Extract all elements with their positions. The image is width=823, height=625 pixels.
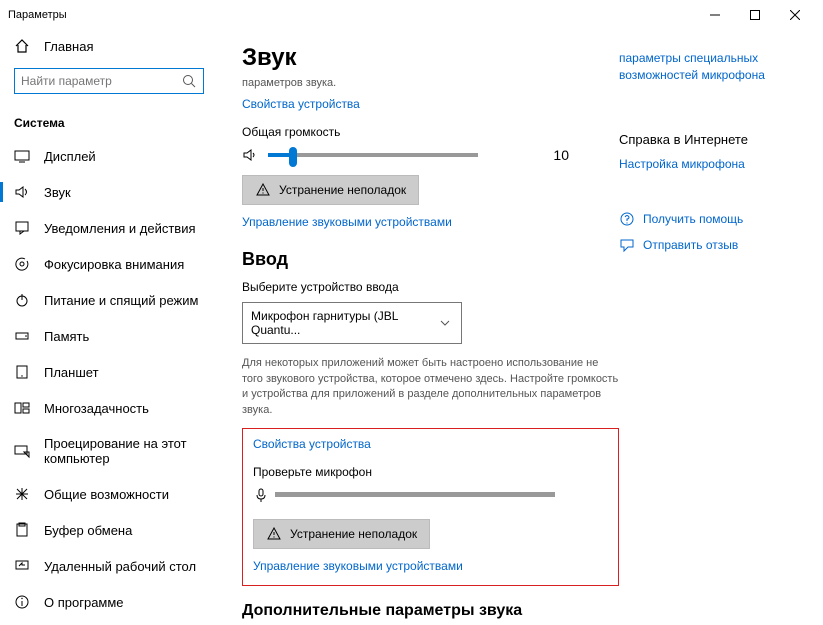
warning-icon <box>255 182 271 198</box>
input-select-label: Выберите устройство ввода <box>242 280 619 294</box>
sidebar-item-label: Буфер обмена <box>44 523 132 538</box>
volume-value: 10 <box>553 147 569 163</box>
shared-icon <box>14 486 30 502</box>
sidebar-heading: Система <box>0 108 218 138</box>
sidebar-item-label: Удаленный рабочий стол <box>44 559 196 574</box>
sidebar-item-projecting[interactable]: Проецирование на этот компьютер <box>0 426 218 476</box>
clipboard-icon <box>14 522 30 538</box>
sidebar-item-label: О программе <box>44 595 124 610</box>
highlight-box: Свойства устройства Проверьте микрофон У… <box>242 428 619 586</box>
search-input[interactable] <box>21 74 181 88</box>
page-title: Звук <box>242 44 619 72</box>
sidebar-item-label: Питание и спящий режим <box>44 293 198 308</box>
sidebar-item-notifications[interactable]: Уведомления и действия <box>0 210 218 246</box>
sidebar-item-shared[interactable]: Общие возможности <box>0 476 218 512</box>
help-heading: Справка в Интернете <box>619 132 799 147</box>
sidebar-item-label: Многозадачность <box>44 401 149 416</box>
advanced-heading: Дополнительные параметры звука <box>242 602 619 620</box>
remote-icon <box>14 558 30 574</box>
home-label: Главная <box>44 39 93 54</box>
projecting-icon <box>14 443 30 459</box>
chevron-down-icon <box>437 315 453 331</box>
sidebar-item-label: Уведомления и действия <box>44 221 196 236</box>
troubleshoot-output-button[interactable]: Устранение неполадок <box>242 175 419 205</box>
search-box[interactable] <box>14 68 204 94</box>
close-button[interactable] <box>775 1 815 29</box>
home-icon <box>14 38 30 54</box>
sidebar-item-clipboard[interactable]: Буфер обмена <box>0 512 218 548</box>
power-icon <box>14 292 30 308</box>
mic-setup-link[interactable]: Настройка микрофона <box>619 157 799 171</box>
get-help-link[interactable]: Получить помощь <box>643 212 743 226</box>
troubleshoot-label: Устранение неполадок <box>279 183 406 197</box>
sidebar-item-display[interactable]: Дисплей <box>0 138 218 174</box>
mic-level-bar <box>275 492 555 497</box>
sidebar-item-power[interactable]: Питание и спящий режим <box>0 282 218 318</box>
sidebar-item-label: Планшет <box>44 365 99 380</box>
accessibility-mic-link[interactable]: параметры специальных возможностей микро… <box>619 50 799 84</box>
feedback-icon <box>619 237 635 253</box>
multitask-icon <box>14 400 30 416</box>
sidebar-item-focus[interactable]: Фокусировка внимания <box>0 246 218 282</box>
truncated-intro-text: параметров звука. <box>242 76 619 91</box>
minimize-button[interactable] <box>695 1 735 29</box>
help-icon <box>619 211 635 227</box>
input-note: Для некоторых приложений может быть наст… <box>242 356 619 418</box>
search-icon <box>181 73 197 89</box>
feedback-link[interactable]: Отправить отзыв <box>643 238 738 252</box>
volume-slider[interactable] <box>268 153 478 157</box>
sidebar-item-label: Общие возможности <box>44 487 169 502</box>
sidebar-item-multitask[interactable]: Многозадачность <box>0 390 218 426</box>
sidebar-item-tablet[interactable]: Планшет <box>0 354 218 390</box>
notifications-icon <box>14 220 30 236</box>
manage-input-devices-link[interactable]: Управление звуковыми устройствами <box>253 559 608 573</box>
input-device-dropdown[interactable]: Микрофон гарнитуры (JBL Quantu... <box>242 302 462 344</box>
focus-icon <box>14 256 30 272</box>
sidebar-item-label: Память <box>44 329 89 344</box>
sidebar-item-label: Проецирование на этот компьютер <box>44 436 204 466</box>
home-button[interactable]: Главная <box>0 30 218 62</box>
input-device-properties-link[interactable]: Свойства устройства <box>253 437 608 451</box>
display-icon <box>14 148 30 164</box>
microphone-icon <box>253 487 269 503</box>
window-title: Параметры <box>8 9 67 21</box>
sound-icon <box>14 184 30 200</box>
manage-output-devices-link[interactable]: Управление звуковыми устройствами <box>242 215 619 229</box>
sidebar: Главная Система Дисплей Звук Уведомления… <box>0 30 218 625</box>
sidebar-item-storage[interactable]: Память <box>0 318 218 354</box>
check-mic-label: Проверьте микрофон <box>253 465 608 479</box>
speaker-icon[interactable] <box>242 147 258 163</box>
sidebar-item-label: Фокусировка внимания <box>44 257 184 272</box>
troubleshoot-input-button[interactable]: Устранение неполадок <box>253 519 430 549</box>
overall-volume-label: Общая громкость <box>242 125 619 139</box>
sidebar-item-sound[interactable]: Звук <box>0 174 218 210</box>
storage-icon <box>14 328 30 344</box>
sidebar-item-remote[interactable]: Удаленный рабочий стол <box>0 548 218 584</box>
maximize-button[interactable] <box>735 1 775 29</box>
warning-icon <box>266 526 282 542</box>
device-properties-link[interactable]: Свойства устройства <box>242 97 619 111</box>
sidebar-item-label: Дисплей <box>44 149 96 164</box>
sidebar-item-label: Звук <box>44 185 71 200</box>
sidebar-item-about[interactable]: О программе <box>0 584 218 620</box>
input-heading: Ввод <box>242 249 619 270</box>
input-device-selected: Микрофон гарнитуры (JBL Quantu... <box>251 309 437 337</box>
tablet-icon <box>14 364 30 380</box>
about-icon <box>14 594 30 610</box>
troubleshoot-label: Устранение неполадок <box>290 527 417 541</box>
